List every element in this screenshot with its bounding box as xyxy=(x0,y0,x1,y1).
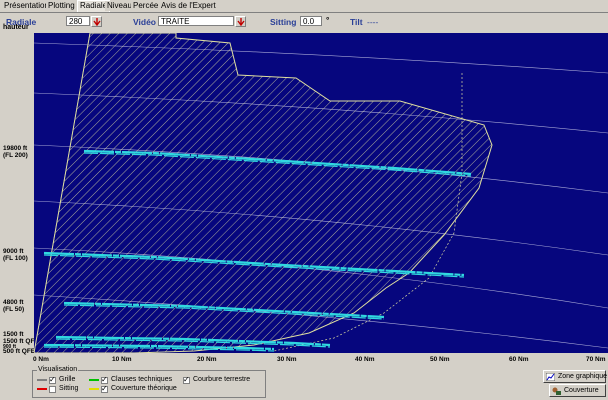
y-axis-title: hauteur xyxy=(3,24,29,31)
arrow-down-icon xyxy=(93,18,101,26)
sitting-field[interactable]: 0.0 xyxy=(300,16,322,26)
zone-graphique-button[interactable]: Zone graphique xyxy=(543,370,608,383)
x-label: 30 Nm xyxy=(277,356,297,363)
tab-plotting[interactable]: Plotting xyxy=(46,1,77,11)
couverture-label: Couverture xyxy=(564,387,599,394)
radiale-dropdown-button[interactable] xyxy=(91,16,102,27)
tab-presentation[interactable]: Présentation xyxy=(2,1,51,11)
visualisation-title: Visualisation xyxy=(37,366,79,374)
grille-label: Grille xyxy=(59,376,76,383)
tab-bar: Présentation Plotting Radiale Niveau Per… xyxy=(0,0,608,13)
grille-checkbox[interactable] xyxy=(49,375,56,384)
x-label: 10 Nm xyxy=(112,356,132,363)
sitting-option-label: Sitting xyxy=(59,385,79,392)
coverage-icon xyxy=(552,387,561,395)
zone-graphique-label: Zone graphique xyxy=(558,373,608,380)
y-label: 19800 ft (FL 200) xyxy=(3,145,28,159)
x-label: 20 Nm xyxy=(197,356,217,363)
radiale-field[interactable]: 280 xyxy=(66,16,90,26)
y-label: 4800 ft (FL 50) xyxy=(3,299,25,313)
y-label: 1500 ft xyxy=(3,331,24,338)
courbure-terrestre-checkbox[interactable] xyxy=(183,375,190,384)
couverture-theorique-label: Couverture théorique xyxy=(111,385,177,392)
courbure-terrestre-label: Courbure terrestre xyxy=(193,376,251,383)
degree-unit: ° xyxy=(326,15,330,25)
x-label: 70 Nm xyxy=(586,356,606,363)
clauses-techniques-checkbox[interactable] xyxy=(101,375,108,384)
clauses-techniques-label: Clauses techniques xyxy=(111,376,173,383)
couverture-button[interactable]: Couverture xyxy=(549,384,606,397)
coverage-color-swatch xyxy=(89,388,99,390)
y-label: 9000 ft (FL 100) xyxy=(3,248,28,262)
tilt-label: Tilt xyxy=(350,17,363,27)
sitting-label: Sitting xyxy=(270,17,297,27)
x-label: 0 Nm xyxy=(33,356,49,363)
x-label: 40 Nm xyxy=(355,356,375,363)
chart-icon xyxy=(546,373,555,381)
video-field[interactable]: TRAITE xyxy=(158,16,234,26)
couverture-theorique-checkbox[interactable] xyxy=(101,384,108,393)
radial-coverage-plot[interactable] xyxy=(34,33,608,353)
sitting-checkbox[interactable] xyxy=(49,386,56,393)
x-label: 50 Nm xyxy=(430,356,450,363)
video-label: Vidéo xyxy=(133,17,156,27)
video-dropdown-button[interactable] xyxy=(235,16,246,27)
y-label: 500 ft QFE xyxy=(3,348,36,355)
tab-percee[interactable]: Percée xyxy=(131,1,161,11)
grid-color-swatch xyxy=(37,379,47,381)
sitting-color-swatch xyxy=(37,388,47,390)
x-label: 60 Nm xyxy=(509,356,529,363)
tab-avis-expert[interactable]: Avis de l'Expert xyxy=(159,1,218,11)
clauses-color-swatch xyxy=(89,379,99,381)
tilt-value: ---- xyxy=(367,17,379,27)
tab-niveau[interactable]: Niveau xyxy=(105,1,134,11)
visualisation-group: Visualisation Grille Sitting Clauses tec… xyxy=(32,366,266,398)
toolbar: Radiale 280 Vidéo TRAITE Sitting 0.0 ° T… xyxy=(0,13,608,31)
arrow-down-icon xyxy=(237,18,245,26)
